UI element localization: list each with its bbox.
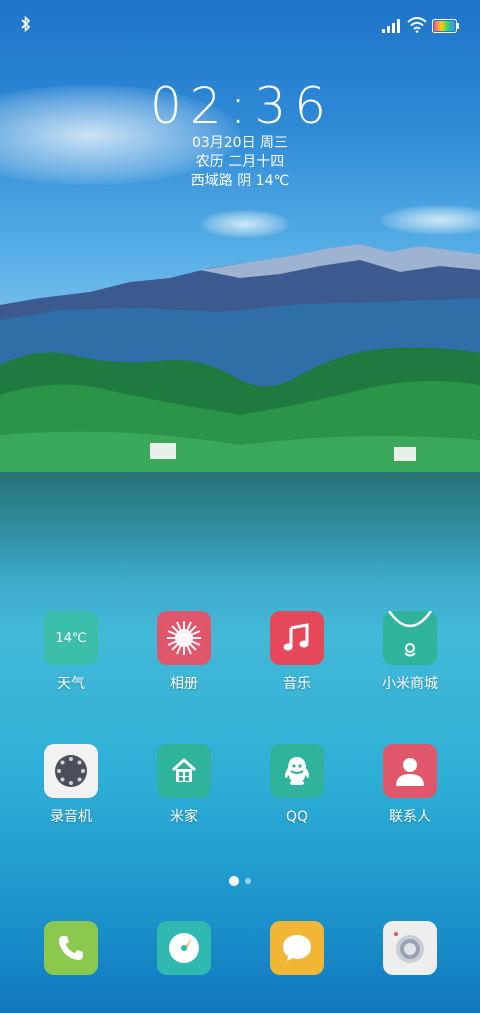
home-icon [157,744,211,798]
qq-penguin-icon [270,744,324,798]
app-mi-store[interactable]: 小米商城 [355,611,465,721]
battery-icon [432,18,460,37]
shopping-bag-icon [383,611,437,665]
chat-bubble-icon [283,935,311,961]
person-icon [383,744,437,798]
app-mijia[interactable]: 米家 [129,744,239,854]
app-weather[interactable]: 14℃ 天气 [16,611,126,721]
dock-messages[interactable] [270,921,324,975]
recorder-icon [44,744,98,798]
wifi-icon [407,17,427,37]
app-recorder[interactable]: 录音机 [16,744,126,854]
status-bar [0,0,480,48]
page-indicator [0,870,480,889]
camera-lens-icon [394,932,424,963]
clock-weather: 西域路 阴 14℃ [190,173,290,189]
app-label: 米家 [170,809,198,825]
dock-phone[interactable] [44,921,98,975]
page-dot[interactable] [245,877,251,884]
bluetooth-icon [20,15,32,37]
app-label: 天气 [57,676,85,692]
clock-time[interactable]: 02:36 [4,78,480,134]
app-label: 音乐 [283,676,311,692]
page-dot-active[interactable] [229,875,239,886]
weather-icon: 14℃ [44,611,98,665]
app-gallery[interactable]: 相册 [129,611,239,721]
dock-camera[interactable] [383,921,437,975]
forest [0,347,480,480]
clock-widget[interactable]: 02:36 03月20日 周三 农历 二月十四 西域路 阴 14℃ [0,78,480,191]
clock-date: 03月20日 周三 [191,135,289,151]
app-qq[interactable]: QQ [242,744,352,854]
app-label: 小米商城 [382,676,438,692]
signal-icon [382,18,402,37]
app-label: 相册 [170,676,198,692]
phone-icon [59,936,83,960]
app-label: 联系人 [389,809,431,825]
gallery-icon [157,611,211,665]
compass-icon [169,933,199,963]
app-label: QQ [285,809,309,825]
weather-tile-text: 14℃ [55,630,87,646]
music-note-icon [270,611,324,665]
app-contacts[interactable]: 联系人 [355,744,465,854]
dock-browser[interactable] [157,921,211,975]
app-music[interactable]: 音乐 [242,611,352,721]
app-label: 录音机 [50,809,92,825]
lake-reflection [0,472,480,582]
clock-lunar-date: 农历 二月十四 [195,154,285,170]
